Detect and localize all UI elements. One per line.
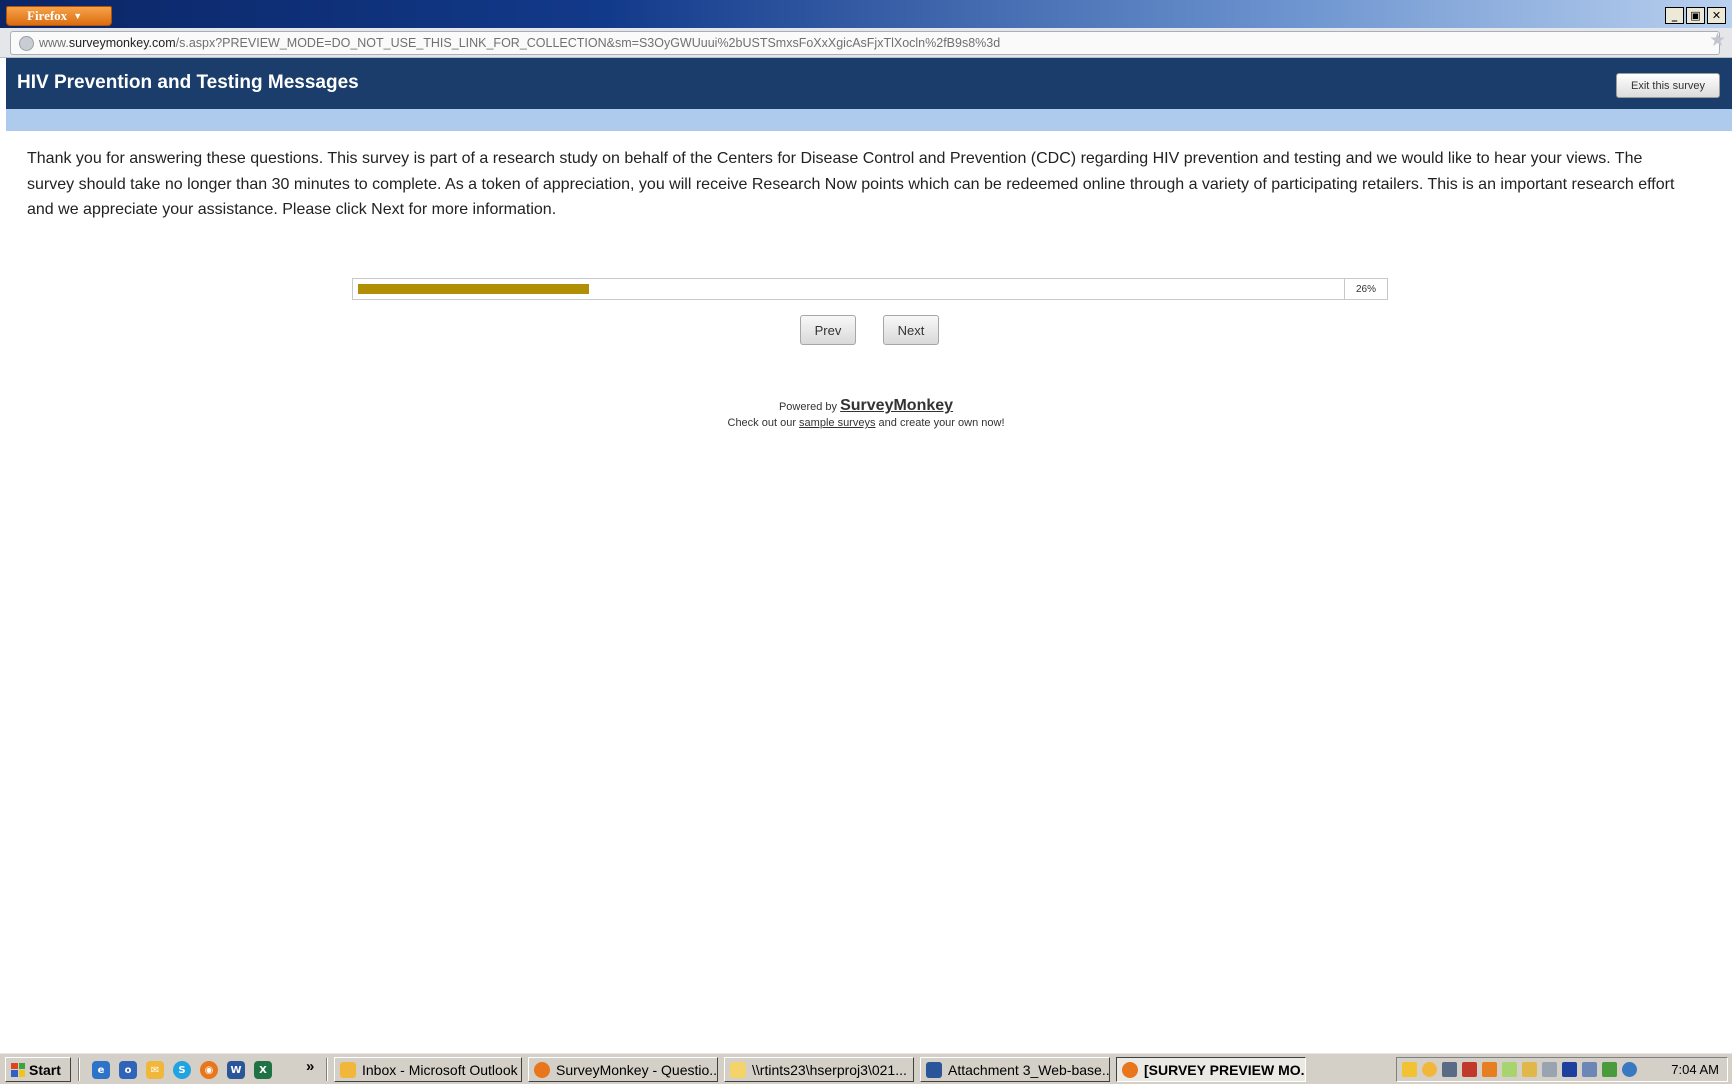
survey-intro-text: Thank you for answering these questions.… [27,150,1675,218]
mail-tray-icon[interactable] [1402,1062,1417,1077]
checkout-line: Check out our sample surveys and create … [0,417,1732,429]
url-path: /s.aspx?PREVIEW_MODE=DO_NOT_USE_THIS_LIN… [175,36,1001,50]
bookmark-star-icon[interactable]: ★ [1709,29,1726,52]
word-icon [926,1061,942,1078]
task-button-outlook[interactable]: Inbox - Microsoft Outlook [334,1057,522,1082]
internet-explorer-icon[interactable]: e [92,1061,110,1079]
task-button-surveymonkey[interactable]: SurveyMonkey - Questio... [528,1057,718,1082]
clock: 7:04 AM [1671,1062,1719,1077]
firefox-menu-label: Firefox [27,8,68,23]
folder-icon [730,1061,746,1078]
task-label: SurveyMonkey - Questio... [556,1061,718,1078]
navigation-toolbar: www. surveymonkey.com/s.aspx?PREVIEW_MODE… [0,28,1732,58]
next-button[interactable]: Next [883,315,939,345]
outlook-icon [340,1061,356,1078]
network-icon[interactable] [1442,1062,1457,1077]
sync-icon[interactable] [1602,1062,1617,1077]
powered-by: Powered by SurveyMonkey [0,397,1732,415]
shield-icon[interactable] [1562,1062,1577,1077]
mail-icon[interactable]: ✉ [146,1061,164,1079]
taskbar-separator [326,1058,328,1081]
taskbar: Start e o ✉ S ◉ W X » Inbox - Microsoft … [0,1052,1732,1084]
taskbar-separator [78,1058,80,1081]
system-tray: 7:04 AM [1396,1057,1728,1082]
start-label: Start [29,1061,61,1078]
volume-muted-icon[interactable] [1462,1062,1477,1077]
firefox-icon[interactable]: ◉ [200,1061,218,1079]
close-button[interactable]: ✕ [1707,7,1726,24]
progress-percent: 26% [1355,283,1376,295]
minimize-button[interactable]: _ [1665,7,1684,24]
browser-titlebar: Firefox ▼ _ ▣ ✕ [0,0,1732,28]
windows-flag-icon [11,1062,25,1077]
survey-title: HIV Prevention and Testing Messages [17,72,359,93]
menu-caret-icon: ▼ [73,11,83,21]
address-bar[interactable]: www. surveymonkey.com/s.aspx?PREVIEW_MODE… [10,31,1720,55]
checkout-suffix: and create your own now! [878,417,1005,429]
excel-icon[interactable]: X [254,1061,272,1079]
lock-icon[interactable] [1522,1062,1537,1077]
task-label: [SURVEY PREVIEW MO... [1144,1061,1306,1078]
header-band [6,109,1732,131]
task-button-survey-preview[interactable]: [SURVEY PREVIEW MO... [1116,1057,1306,1082]
start-button[interactable]: Start [5,1057,71,1082]
alert-icon[interactable] [1482,1062,1497,1077]
url-prefix: www. [39,36,69,50]
progress-fill [358,284,590,294]
firefox-menu-button[interactable]: Firefox ▼ [6,6,112,26]
progress-bar: 26% [352,278,1388,300]
prev-button[interactable]: Prev [800,315,856,345]
firefox-icon [534,1061,550,1078]
task-button-folder[interactable]: \\rtints23\hserproj3\021... [724,1057,914,1082]
exit-survey-button[interactable]: Exit this survey [1616,73,1720,98]
signal-icon[interactable] [1542,1062,1557,1077]
task-label: Attachment 3_Web-base... [948,1061,1110,1078]
progress-track [358,284,1342,294]
task-label: \\rtints23\hserproj3\021... [752,1061,907,1078]
users-icon[interactable] [1622,1062,1637,1077]
outlook-tray-icon[interactable] [1422,1062,1437,1077]
quick-launch-chevron[interactable]: » [306,1058,314,1075]
task-label: Inbox - Microsoft Outlook [362,1061,518,1078]
firefox-icon [1122,1061,1138,1078]
checkout-prefix: Check out our [727,417,796,429]
skype-icon[interactable]: S [173,1061,191,1079]
site-identity-icon[interactable] [19,36,34,51]
outlook-icon[interactable]: o [119,1061,137,1079]
url-domain: surveymonkey.com [68,36,176,50]
display-icon[interactable] [1582,1062,1597,1077]
surveymonkey-link[interactable]: SurveyMonkey [840,397,953,414]
sample-surveys-link[interactable]: sample surveys [799,417,875,429]
restore-button[interactable]: ▣ [1686,7,1705,24]
window-controls: _ ▣ ✕ [1665,7,1726,24]
screen: Firefox ▼ _ ▣ ✕ www. surveymonkey.com/s.a… [0,0,1732,1084]
update-icon[interactable] [1502,1062,1517,1077]
survey-header: HIV Prevention and Testing Messages Exit… [6,58,1732,109]
powered-by-label: Powered by [778,401,838,413]
task-button-attachment[interactable]: Attachment 3_Web-base... [920,1057,1110,1082]
word-icon[interactable]: W [227,1061,245,1079]
